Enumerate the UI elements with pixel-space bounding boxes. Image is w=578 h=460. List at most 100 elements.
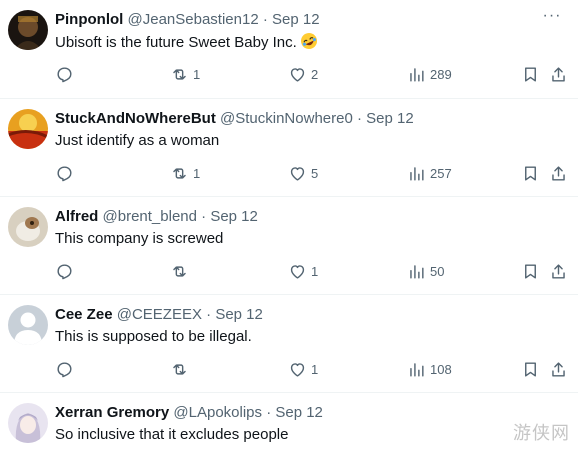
display-name[interactable]: Cee Zee — [55, 306, 113, 323]
tweet-header: StuckAndNoWhereBut @StuckinNowhere0 · Se… — [55, 109, 538, 129]
display-name[interactable]: Pinponlol — [55, 11, 123, 28]
like-button[interactable]: 1 — [288, 358, 318, 380]
separator-dot: · — [206, 306, 212, 323]
reply-button[interactable] — [55, 260, 78, 282]
reply-button[interactable] — [55, 358, 78, 380]
tweet-date[interactable]: Sep 12 — [272, 11, 320, 28]
watermark: 游侠网 — [513, 423, 570, 444]
tweet-header: Alfred @brent_blend · Sep 12 — [55, 207, 538, 227]
share-icon — [552, 165, 565, 181]
retweet-count: 1 — [193, 165, 201, 181]
bookmark-icon — [525, 66, 536, 82]
share-button[interactable] — [549, 63, 568, 85]
display-name[interactable]: Alfred — [55, 208, 98, 225]
avatar[interactable] — [8, 207, 48, 247]
like-button[interactable]: 1 — [288, 260, 318, 282]
tweet-text-content: Ubisoft is the future Sweet Baby Inc. — [55, 34, 297, 51]
tweet-text: Ubisoft is the future Sweet Baby Inc. — [55, 32, 318, 53]
views-chart-icon — [410, 264, 424, 279]
bookmark-button[interactable] — [521, 358, 540, 380]
tweet[interactable]: Alfred @brent_blend · Sep 12 This compan… — [0, 197, 578, 295]
reply-button[interactable] — [55, 63, 78, 85]
views-button[interactable]: 257 — [407, 162, 452, 184]
retweet-button[interactable]: 1 — [170, 63, 200, 85]
reply-icon — [57, 263, 72, 279]
bookmark-button[interactable] — [521, 162, 540, 184]
heart-icon — [290, 362, 305, 377]
views-count: 289 — [430, 66, 452, 82]
share-icon — [552, 361, 565, 377]
user-handle[interactable]: @LApokolips — [173, 404, 262, 421]
views-count: 257 — [430, 165, 452, 181]
views-button[interactable]: 289 — [407, 63, 452, 85]
tweet-header: Pinponlol @JeanSebastien12 · Sep 12 — [55, 10, 538, 30]
views-chart-icon — [410, 67, 424, 82]
user-handle[interactable]: @brent_blend — [103, 208, 197, 225]
avatar[interactable] — [8, 10, 48, 50]
views-button[interactable]: 50 — [407, 260, 444, 282]
tweet-date[interactable]: Sep 12 — [366, 110, 414, 127]
like-button[interactable]: 5 — [288, 162, 318, 184]
tweet[interactable]: Xerran Gremory @LApokolips · Sep 12 So i… — [0, 393, 578, 460]
like-count: 1 — [311, 263, 319, 279]
retweet-button[interactable] — [170, 260, 193, 282]
tweet-actions: 1 108 — [55, 358, 565, 380]
tweet[interactable]: Cee Zee @CEEZEEX · Sep 12 This is suppos… — [0, 295, 578, 393]
bookmark-button[interactable] — [521, 63, 540, 85]
separator-dot: · — [266, 404, 272, 421]
retweet-icon — [173, 363, 186, 375]
like-button[interactable]: 2 — [288, 63, 318, 85]
display-name[interactable]: StuckAndNoWhereBut — [55, 110, 216, 127]
tweet[interactable]: StuckAndNoWhereBut @StuckinNowhere0 · Se… — [0, 99, 578, 197]
share-icon — [552, 263, 565, 279]
user-handle[interactable]: @JeanSebastien12 — [128, 11, 259, 28]
separator-dot: · — [356, 110, 362, 127]
share-icon — [552, 66, 565, 82]
views-count: 50 — [430, 263, 445, 279]
views-chart-icon — [410, 166, 424, 181]
reply-feed: Pinponlol @JeanSebastien12 · Sep 12 ··· … — [0, 0, 578, 460]
avatar[interactable] — [8, 305, 48, 345]
reply-icon — [57, 165, 72, 181]
tweet-date[interactable]: Sep 12 — [210, 208, 258, 225]
separator-dot: · — [262, 11, 268, 28]
heart-icon — [290, 67, 305, 82]
user-handle[interactable]: @CEEZEEX — [117, 306, 202, 323]
reply-icon — [57, 361, 72, 377]
retweet-icon — [173, 68, 186, 80]
retweet-button[interactable]: 1 — [170, 162, 200, 184]
views-chart-icon — [410, 362, 424, 377]
tweet-header: Cee Zee @CEEZEEX · Sep 12 — [55, 305, 538, 325]
views-count: 108 — [430, 361, 452, 377]
avatar[interactable] — [8, 403, 48, 443]
heart-icon — [290, 166, 305, 181]
share-button[interactable] — [549, 162, 568, 184]
views-button[interactable]: 108 — [407, 358, 452, 380]
display-name[interactable]: Xerran Gremory — [55, 404, 169, 421]
retweet-icon — [173, 265, 186, 277]
tweet[interactable]: Pinponlol @JeanSebastien12 · Sep 12 ··· … — [0, 0, 578, 99]
like-count: 5 — [311, 165, 319, 181]
bookmark-icon — [525, 263, 536, 279]
tweet-text: This is supposed to be illegal. — [55, 328, 252, 345]
tweet-actions: 1 50 — [55, 260, 565, 282]
reply-icon — [57, 66, 72, 82]
more-options-icon[interactable]: ··· — [540, 8, 564, 28]
tweet-date[interactable]: Sep 12 — [215, 306, 263, 323]
rolling-on-floor-laughing-emoji — [300, 33, 317, 49]
tweet-date[interactable]: Sep 12 — [275, 404, 323, 421]
reply-button[interactable] — [55, 162, 78, 184]
retweet-icon — [173, 167, 186, 179]
heart-icon — [290, 264, 305, 279]
like-count: 1 — [311, 361, 319, 377]
separator-dot: · — [201, 208, 207, 225]
retweet-button[interactable] — [170, 358, 193, 380]
share-button[interactable] — [549, 260, 568, 282]
bookmark-icon — [525, 165, 536, 181]
avatar[interactable] — [8, 109, 48, 149]
bookmark-button[interactable] — [521, 260, 540, 282]
tweet-actions: 1 2 289 — [55, 63, 565, 85]
user-handle[interactable]: @StuckinNowhere0 — [220, 110, 353, 127]
bookmark-icon — [525, 361, 536, 377]
share-button[interactable] — [549, 358, 568, 380]
